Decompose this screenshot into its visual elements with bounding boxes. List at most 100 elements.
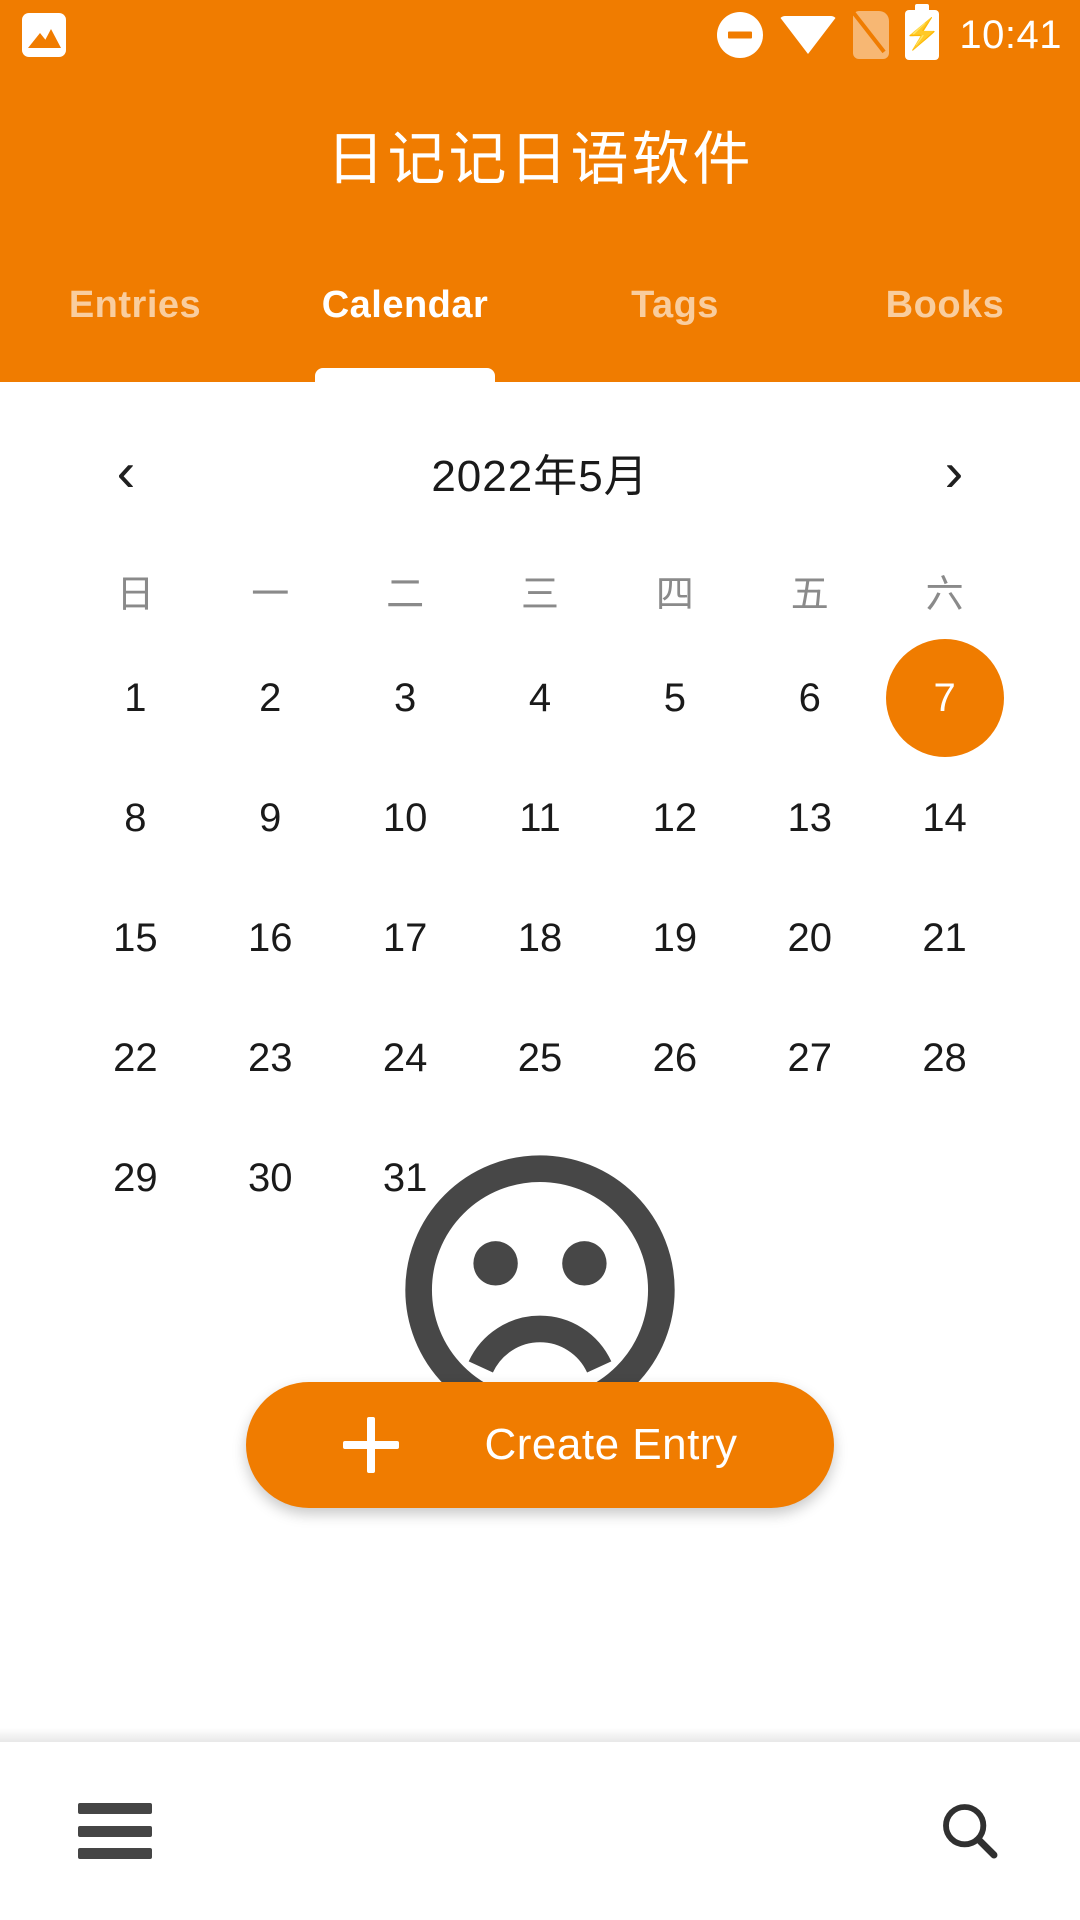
tab-entries[interactable]: Entries: [0, 260, 270, 382]
calendar-day-number: 28: [922, 1035, 967, 1080]
calendar-day-number: 30: [248, 1155, 293, 1200]
calendar-day[interactable]: 25: [473, 998, 608, 1118]
chevron-right-icon[interactable]: ›: [918, 436, 990, 508]
sim-card-off-icon: [848, 6, 890, 59]
calendar-day-number: 7: [933, 675, 956, 720]
calendar-day-number: 14: [922, 795, 967, 840]
calendar-day-number: 10: [382, 795, 428, 840]
calendar-day-number: 22: [113, 1035, 158, 1080]
bottom-bar-divider: [0, 1728, 1080, 1742]
do-not-disturb-icon: [717, 12, 764, 58]
calendar-day[interactable]: 5: [607, 638, 742, 758]
calendar-day[interactable]: 23: [203, 998, 338, 1118]
calendar-day-number: 25: [517, 1035, 563, 1080]
battery-charging-icon: ⚡: [904, 10, 941, 60]
hamburger-menu-icon[interactable]: [78, 1803, 152, 1859]
month-navigation: ‹ 2022年5月 ›: [0, 424, 1080, 520]
weekday-wed: 三: [520, 573, 559, 616]
calendar-day-number: 18: [517, 915, 563, 960]
calendar-day[interactable]: 8: [68, 758, 203, 878]
calendar-day[interactable]: 24: [338, 998, 473, 1118]
calendar-day-number: 26: [652, 1035, 698, 1080]
tab-calendar[interactable]: Calendar: [270, 260, 540, 382]
status-bar-left: [22, 13, 66, 57]
calendar-day-number: 19: [652, 915, 698, 960]
tab-bar: Entries Calendar Tags Books: [0, 260, 1080, 382]
plus-icon: [342, 1417, 399, 1473]
calendar-week-row: 15 16 17 18 19 20 21: [68, 878, 1012, 998]
bottom-app-bar: [0, 1742, 1080, 1920]
calendar-day[interactable]: 27: [742, 998, 877, 1118]
weekday-fri: 五: [790, 573, 829, 616]
status-bar: ⚡ 10:41: [0, 0, 1080, 70]
calendar-day[interactable]: 2: [203, 638, 338, 758]
weekday-tue: 二: [386, 573, 425, 616]
photo-icon: [22, 13, 66, 57]
page-title: 日记记日语软件: [326, 127, 754, 192]
calendar-day[interactable]: 13: [742, 758, 877, 878]
calendar-day-number: 3: [394, 675, 417, 720]
calendar-day-number: 12: [652, 795, 698, 840]
create-entry-button[interactable]: Create Entry: [246, 1382, 834, 1508]
calendar-day[interactable]: 3: [338, 638, 473, 758]
calendar-day[interactable]: 28: [877, 998, 1012, 1118]
calendar-day-number: 2: [259, 675, 282, 720]
calendar-day-number: 5: [663, 675, 686, 720]
weekday-sat: 六: [925, 573, 964, 616]
calendar-day[interactable]: 18: [473, 878, 608, 998]
calendar-day-number: 21: [922, 915, 967, 960]
calendar-day-number: 20: [787, 915, 832, 960]
calendar-day-number: 16: [248, 915, 293, 960]
calendar-week-row: 1 2 3 4 5 6 7: [68, 638, 1012, 758]
calendar-day-number: 23: [248, 1035, 293, 1080]
calendar-day-number: 31: [382, 1155, 428, 1200]
calendar-grid: 日 一 二 三 四 五 六 1 2 3 4 5 6 7 8 9 10 11 12…: [68, 542, 1012, 1238]
calendar-day[interactable]: 16: [203, 878, 338, 998]
calendar-day[interactable]: 15: [68, 878, 203, 998]
calendar-day-number: 11: [519, 795, 561, 840]
calendar-weekday-header: 日 一 二 三 四 五 六: [68, 542, 1012, 638]
calendar-day-number: 9: [259, 795, 282, 840]
calendar-day[interactable]: 9: [203, 758, 338, 878]
calendar-week-row: 8 9 10 11 12 13 14: [68, 758, 1012, 878]
calendar-day-number: 15: [113, 915, 158, 960]
tab-active-indicator: [315, 368, 495, 382]
calendar-day[interactable]: 26: [607, 998, 742, 1118]
calendar-day[interactable]: 10: [338, 758, 473, 878]
tab-tags-label: Tags: [631, 284, 719, 326]
tab-calendar-label: Calendar: [321, 284, 489, 326]
calendar-day[interactable]: 17: [338, 878, 473, 998]
calendar-day-number: 13: [787, 795, 832, 840]
month-label: 2022年5月: [431, 452, 649, 501]
calendar-day[interactable]: 19: [607, 878, 742, 998]
create-entry-label: Create Entry: [484, 1420, 738, 1469]
calendar-day[interactable]: 21: [877, 878, 1012, 998]
app-bar: 日记记日语软件 Entries Calendar Tags Books: [0, 70, 1080, 382]
calendar-content: ‹ 2022年5月 › 日 一 二 三 四 五 六 1 2 3 4 5 6 7 …: [0, 382, 1080, 1920]
calendar-day-number: 17: [382, 915, 428, 960]
calendar-day-selected[interactable]: 7: [877, 638, 1012, 758]
calendar-day-number: 6: [798, 675, 821, 720]
calendar-day-number: 29: [113, 1155, 158, 1200]
weekday-thu: 四: [655, 573, 694, 616]
calendar-day[interactable]: 20: [742, 878, 877, 998]
calendar-day[interactable]: 4: [473, 638, 608, 758]
calendar-day[interactable]: 22: [68, 998, 203, 1118]
calendar-day-number: 24: [382, 1035, 428, 1080]
tab-books[interactable]: Books: [810, 260, 1080, 382]
chevron-left-icon[interactable]: ‹: [90, 436, 162, 508]
status-bar-clock: 10:41: [959, 12, 1062, 57]
app-root: ⚡ 10:41 日记记日语软件 Entries Calendar Tags Bo…: [0, 0, 1080, 1920]
calendar-day-number: 1: [124, 675, 147, 720]
calendar-day[interactable]: 6: [742, 638, 877, 758]
calendar-day[interactable]: 1: [68, 638, 203, 758]
weekday-mon: 一: [251, 573, 290, 616]
calendar-day[interactable]: 11: [473, 758, 608, 878]
tab-tags[interactable]: Tags: [540, 260, 810, 382]
wifi-icon: [779, 16, 838, 54]
tab-books-label: Books: [885, 284, 1005, 326]
calendar-day[interactable]: 12: [607, 758, 742, 878]
search-icon[interactable]: [938, 1799, 1002, 1863]
calendar-day-number: 27: [787, 1035, 832, 1080]
calendar-day[interactable]: 14: [877, 758, 1012, 878]
